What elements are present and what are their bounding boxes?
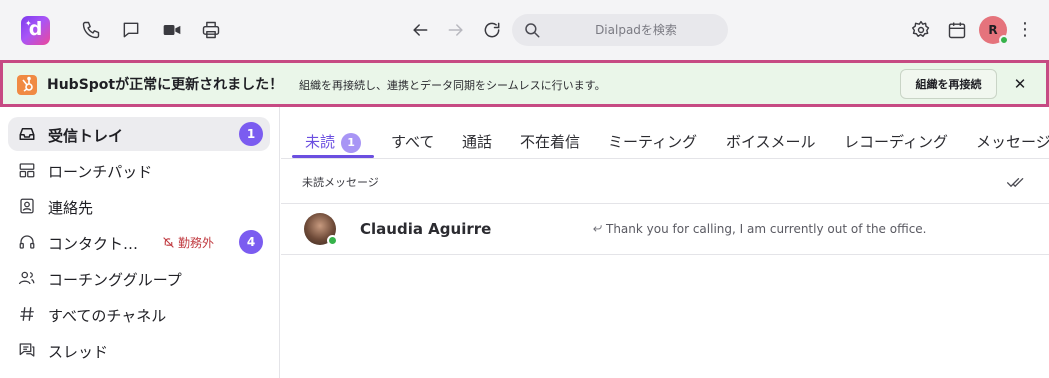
headset-icon	[18, 233, 36, 251]
calendar-icon[interactable]	[947, 20, 967, 40]
contacts-icon	[18, 197, 36, 215]
unread-tab-badge: 1	[341, 133, 362, 153]
sidebar-item-contacts[interactable]: 連絡先	[8, 189, 270, 223]
printer-icon[interactable]	[201, 20, 221, 40]
sidebar-item-label: スレッド	[48, 343, 109, 361]
reconnect-org-button[interactable]: 組織を再接続	[900, 69, 997, 99]
tab-recordings[interactable]: レコーディング	[844, 131, 948, 152]
phone-icon[interactable]	[81, 20, 101, 40]
contact-avatar	[304, 213, 338, 246]
sidebar-item-label: コンタクト…	[48, 235, 139, 253]
section-title: 未読メッセージ	[302, 176, 379, 189]
tab-voicemail[interactable]: ボイスメール	[726, 131, 816, 152]
top-bar: ✦ d R ⋮	[0, 0, 1049, 60]
tab-all[interactable]: すべて	[391, 131, 434, 152]
sidebar-item-contact-center[interactable]: コンタクト… 勤務外 4	[8, 225, 270, 259]
inbox-icon	[18, 125, 36, 143]
sidebar-item-label: コーチンググループ	[48, 271, 182, 289]
sidebar-item-label: すべてのチャネル	[48, 307, 167, 325]
video-icon[interactable]	[162, 20, 182, 40]
refresh-icon[interactable]	[482, 20, 502, 40]
active-tab-indicator	[292, 155, 374, 158]
reply-icon	[593, 225, 602, 232]
hubspot-icon	[17, 75, 37, 95]
tab-missed-calls[interactable]: 不在着信	[520, 131, 580, 152]
banner-title: HubSpotが正常に更新されました！	[47, 77, 284, 93]
section-header: 未読メッセージ	[281, 159, 1049, 204]
chat-icon[interactable]	[121, 20, 141, 40]
mark-all-read-icon[interactable]	[1006, 172, 1026, 192]
unread-count-badge: 1	[239, 122, 263, 146]
off-duty-status: 勤務外	[162, 234, 214, 251]
tab-meetings[interactable]: ミーティング	[608, 131, 697, 152]
sidebar-item-label: 受信トレイ	[48, 127, 124, 145]
search-icon	[523, 21, 541, 39]
bell-off-icon	[163, 237, 174, 248]
banner-message: 組織を再接続し、連携とデータ同期をシームレスに行います。	[299, 79, 606, 92]
dialpad-logo-icon[interactable]: ✦ d	[21, 16, 50, 45]
message-preview: Thank you for calling, I am currently ou…	[592, 222, 926, 236]
online-status-dot	[999, 35, 1009, 45]
hubspot-banner: HubSpotが正常に更新されました！ 組織を再接続し、連携とデータ同期をシーム…	[0, 60, 1049, 107]
gear-icon[interactable]	[911, 20, 931, 40]
tab-unread[interactable]: 未読 1	[305, 131, 362, 153]
sidebar-item-inbox[interactable]: 受信トレイ 1	[8, 117, 270, 151]
hash-icon	[18, 305, 36, 323]
sidebar-item-launchpad[interactable]: ローンチパッド	[8, 153, 270, 187]
online-status-dot	[327, 235, 338, 246]
count-badge: 4	[239, 230, 263, 254]
tab-calls[interactable]: 通話	[462, 131, 492, 152]
inbox-tabs: 未読 1 すべて 通話 不在着信 ミーティング ボイスメール レコーディング メッ…	[281, 107, 1049, 159]
forward-arrow-icon[interactable]	[446, 20, 466, 40]
tab-messages[interactable]: メッセージ	[976, 131, 1049, 152]
sidebar-item-label: ローンチパッド	[48, 163, 153, 181]
more-options-icon[interactable]: ⋮	[1016, 20, 1034, 40]
close-icon[interactable]: ✕	[1010, 74, 1030, 94]
contact-name: Claudia Aguirre	[360, 220, 492, 238]
group-icon	[18, 269, 36, 287]
threads-icon	[18, 341, 36, 359]
sidebar-item-all-channels[interactable]: すべてのチャネル	[8, 297, 270, 331]
user-avatar[interactable]: R	[979, 16, 1009, 45]
back-arrow-icon[interactable]	[410, 20, 430, 40]
sidebar-item-label: 連絡先	[48, 199, 94, 217]
sidebar: 受信トレイ 1 ローンチパッド 連絡先 コンタクト… 勤務外 4 コーチンググル…	[0, 107, 280, 378]
search-input[interactable]	[552, 14, 720, 46]
sidebar-item-threads[interactable]: スレッド	[8, 333, 270, 367]
search-bar[interactable]	[512, 14, 728, 46]
sidebar-item-coaching-groups[interactable]: コーチンググループ	[8, 261, 270, 295]
launchpad-icon	[18, 161, 36, 179]
conversation-row[interactable]: Claudia Aguirre Thank you for calling, I…	[281, 204, 1049, 255]
